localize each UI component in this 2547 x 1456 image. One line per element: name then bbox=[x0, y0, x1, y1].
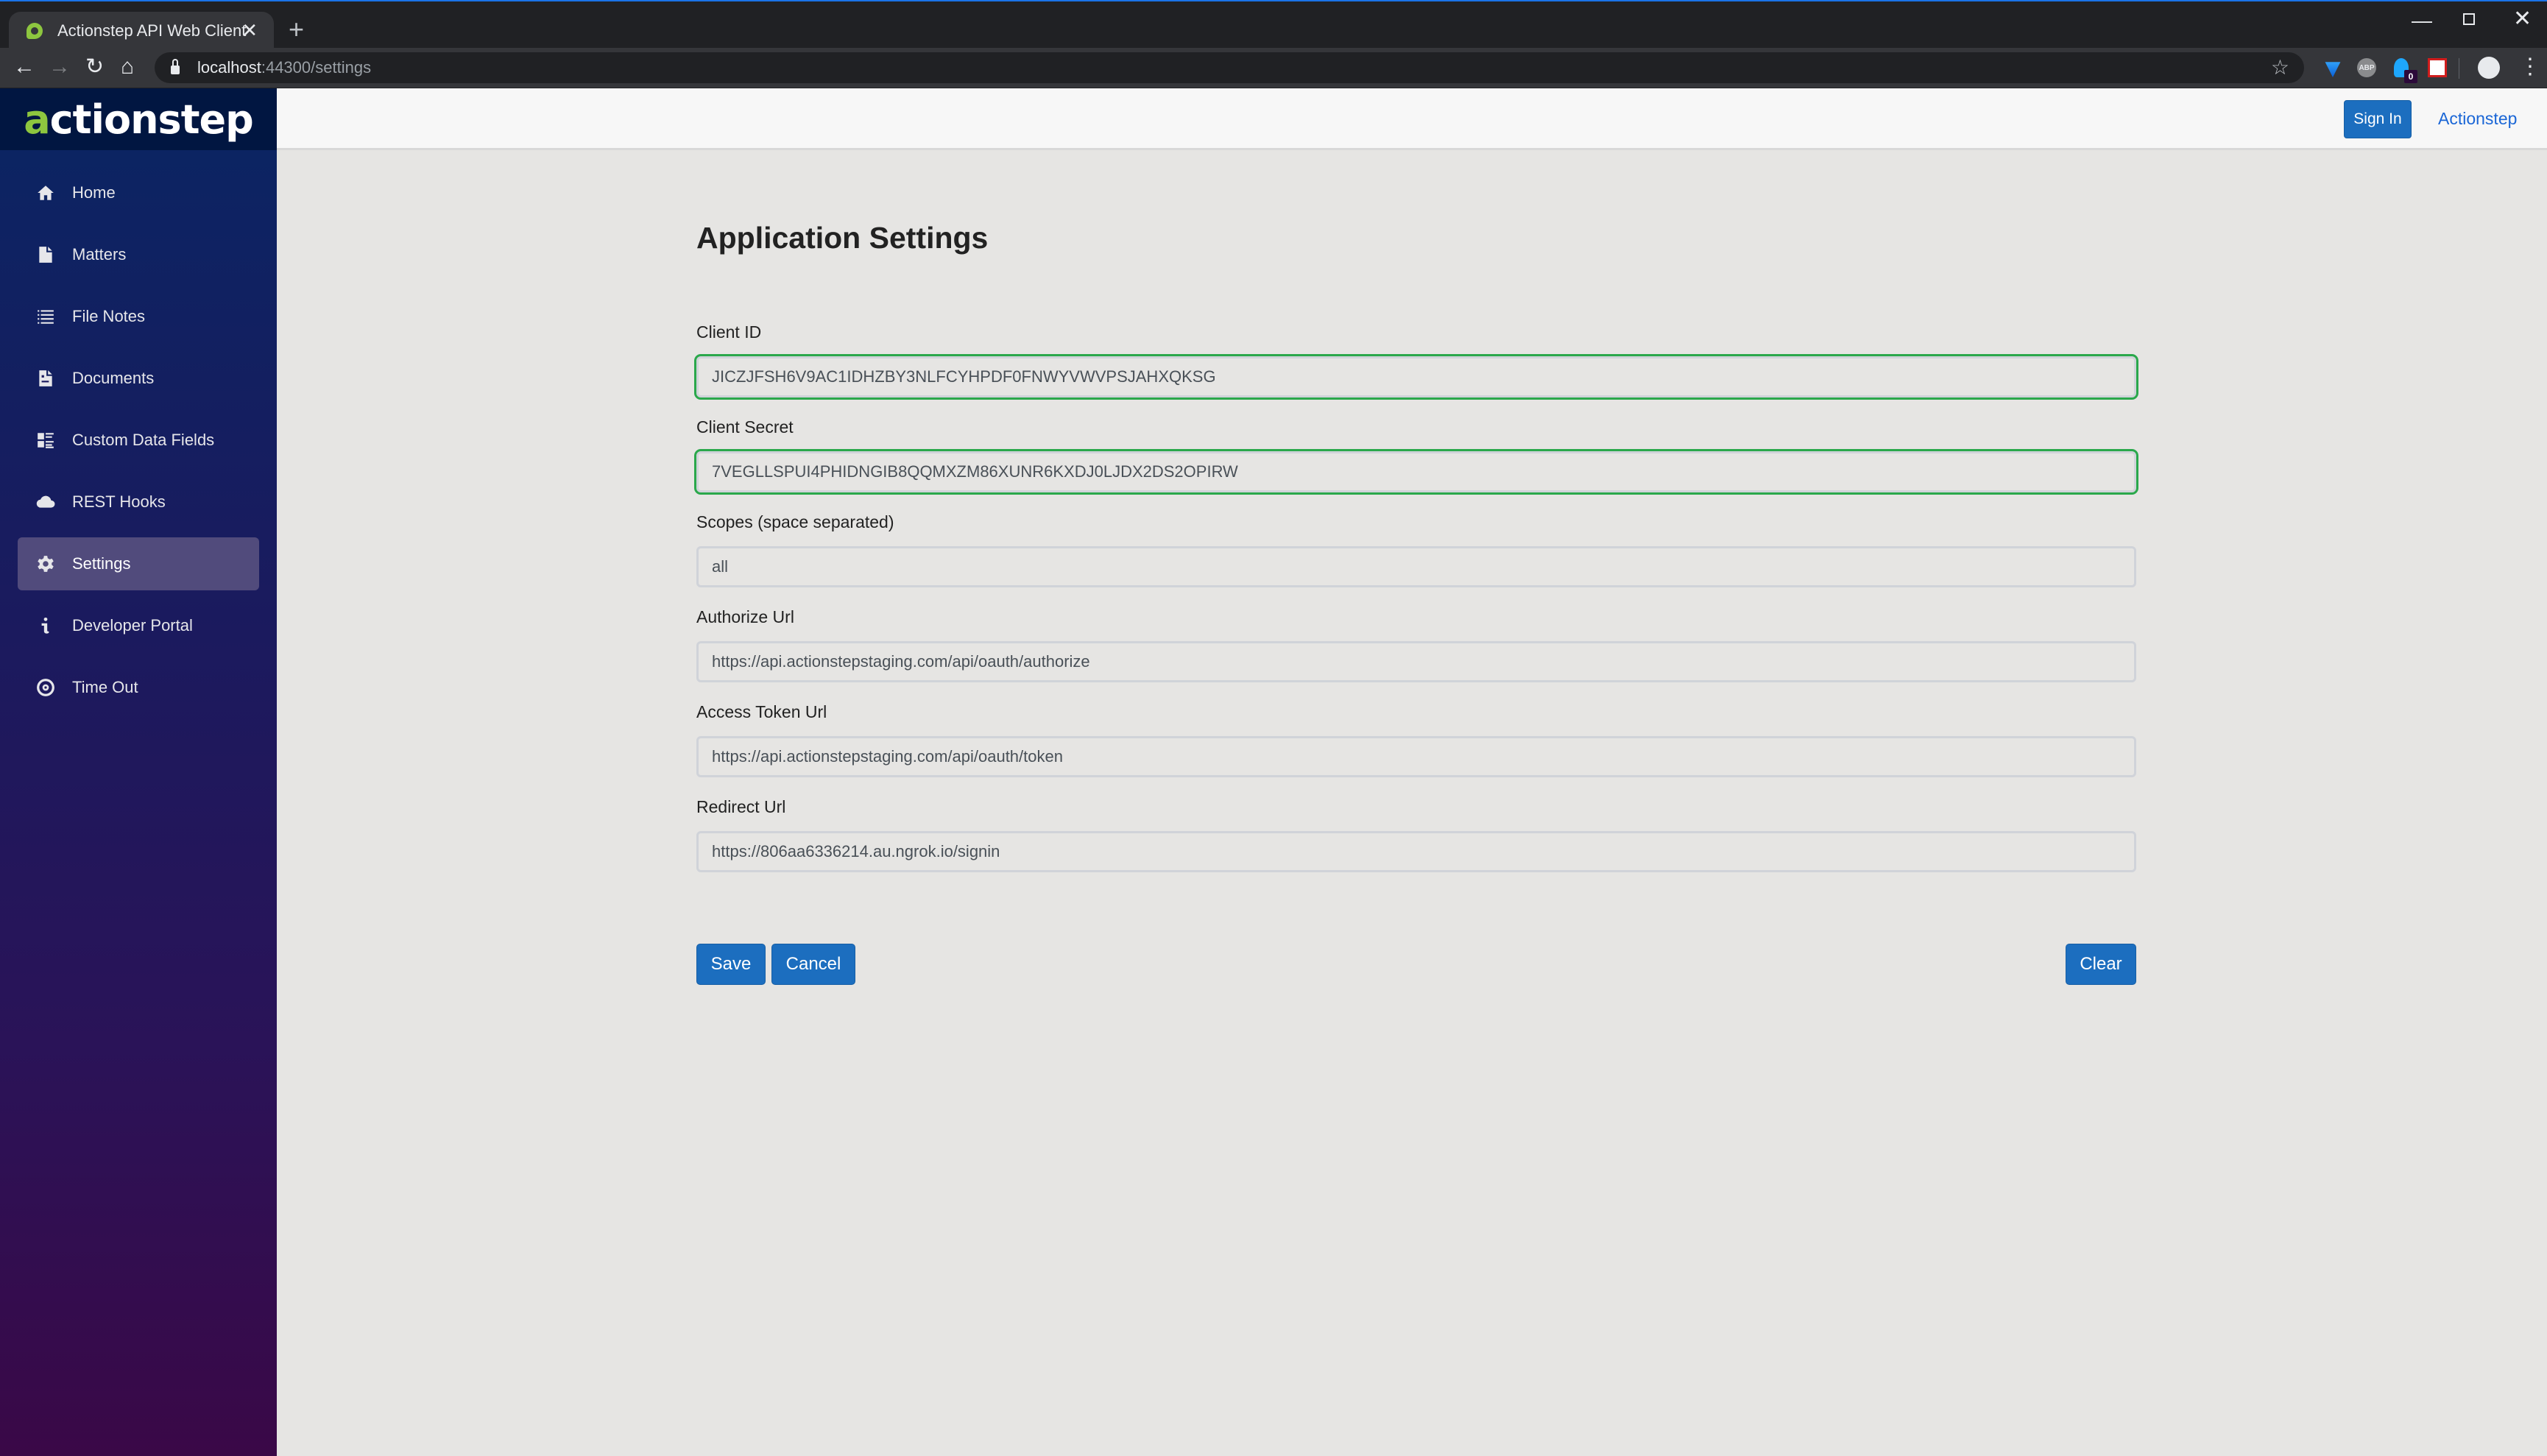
new-tab-icon[interactable]: + bbox=[289, 16, 304, 43]
sidebar-item-label: Home bbox=[72, 183, 116, 202]
lock-icon bbox=[171, 59, 180, 74]
clear-button[interactable]: Clear bbox=[2066, 944, 2136, 985]
sidebar-item-home[interactable]: Home bbox=[18, 166, 259, 219]
window-maximize-icon[interactable] bbox=[2463, 13, 2475, 25]
sign-in-button[interactable]: Sign In bbox=[2344, 100, 2412, 138]
authorize-url-group: Authorize Url bbox=[696, 607, 2136, 682]
gear-icon bbox=[35, 554, 56, 574]
redirect-url-label: Redirect Url bbox=[696, 797, 786, 816]
bookmark-star-icon[interactable]: ☆ bbox=[2271, 55, 2289, 79]
actionstep-favicon-icon bbox=[27, 23, 43, 39]
scopes-input[interactable] bbox=[696, 546, 2136, 587]
reload-icon[interactable]: ↻ bbox=[85, 54, 104, 80]
url-host: localhost bbox=[197, 58, 261, 77]
list-icon bbox=[35, 306, 56, 327]
sidebar-item-custom-data-fields[interactable]: Custom Data Fields bbox=[18, 414, 259, 467]
info-icon bbox=[35, 615, 56, 636]
cancel-button[interactable]: Cancel bbox=[771, 944, 855, 985]
sidebar-item-label: Matters bbox=[72, 245, 127, 264]
file-icon bbox=[35, 244, 56, 265]
back-arrow-icon[interactable]: ← bbox=[13, 54, 35, 80]
client-id-input[interactable] bbox=[694, 354, 2138, 400]
logo[interactable]: actionstep bbox=[0, 88, 277, 150]
sidebar-item-documents[interactable]: Documents bbox=[18, 352, 259, 405]
client-secret-label: Client Secret bbox=[696, 417, 794, 437]
access-token-url-group: Access Token Url bbox=[696, 702, 2136, 777]
sidebar-item-label: File Notes bbox=[72, 307, 146, 325]
cloud-icon bbox=[35, 492, 56, 512]
redirect-url-input[interactable] bbox=[696, 831, 2136, 872]
save-button[interactable]: Save bbox=[696, 944, 766, 985]
sidebar-item-file-notes[interactable]: File Notes bbox=[18, 290, 259, 343]
window-minimize-icon[interactable]: — bbox=[2412, 9, 2432, 32]
tab-title: Actionstep API Web Client bbox=[57, 21, 247, 40]
actionstep-link[interactable]: Actionstep bbox=[2438, 109, 2517, 129]
sidebar-item-developer-portal[interactable]: Developer Portal bbox=[18, 599, 259, 652]
document-icon bbox=[35, 368, 56, 389]
client-id-label: Client ID bbox=[696, 322, 762, 342]
forward-arrow-icon[interactable]: → bbox=[49, 54, 71, 80]
sidebar-nav: Home Matters File Notes Documents Custom… bbox=[0, 150, 277, 714]
window-close-icon[interactable]: ✕ bbox=[2513, 6, 2532, 32]
fields-icon bbox=[35, 430, 56, 450]
authorize-url-label: Authorize Url bbox=[696, 607, 794, 626]
address-bar[interactable]: localhost:44300/settings ☆ bbox=[155, 52, 2304, 83]
url-path: :44300/settings bbox=[261, 58, 372, 77]
redirect-url-group: Redirect Url bbox=[696, 797, 2136, 872]
sidebar-item-matters[interactable]: Matters bbox=[18, 228, 259, 281]
sidebar-item-label: Developer Portal bbox=[72, 616, 193, 635]
sidebar-item-label: Documents bbox=[72, 369, 155, 387]
profile-avatar-icon[interactable] bbox=[2478, 57, 2500, 79]
ghostery-badge: 0 bbox=[2404, 70, 2417, 83]
browser-tab[interactable]: Actionstep API Web Client ✕ bbox=[9, 12, 274, 50]
sidebar-item-settings[interactable]: Settings bbox=[18, 537, 259, 590]
browser-home-icon[interactable]: ⌂ bbox=[121, 54, 134, 80]
authorize-url-input[interactable] bbox=[696, 641, 2136, 682]
sidebar-item-time-out[interactable]: Time Out bbox=[18, 661, 259, 714]
scopes-label: Scopes (space separated) bbox=[696, 512, 894, 531]
browser-tab-strip: Actionstep API Web Client ✕ + — ✕ bbox=[0, 0, 2547, 50]
home-icon bbox=[35, 183, 56, 203]
top-header bbox=[277, 88, 2547, 150]
logo-accent: a bbox=[24, 96, 50, 143]
client-secret-group: Client Secret bbox=[694, 417, 2138, 495]
page-title: Application Settings bbox=[696, 221, 989, 255]
adblock-plus-icon[interactable]: ABP bbox=[2357, 58, 2376, 77]
target-icon bbox=[35, 677, 56, 698]
app-root: actionstep Home Matters File Notes Docum… bbox=[0, 88, 2547, 1456]
sidebar-item-label: Custom Data Fields bbox=[72, 431, 215, 449]
sidebar-item-label: REST Hooks bbox=[72, 492, 166, 511]
ghostbuster-extension-icon[interactable] bbox=[2428, 58, 2447, 77]
browser-menu-icon[interactable]: ⋮ bbox=[2519, 54, 2541, 80]
tab-close-icon[interactable]: ✕ bbox=[241, 21, 258, 40]
scopes-group: Scopes (space separated) bbox=[696, 512, 2136, 587]
sidebar: actionstep Home Matters File Notes Docum… bbox=[0, 88, 277, 1456]
access-token-url-input[interactable] bbox=[696, 736, 2136, 777]
logo-text: ctionstep bbox=[49, 96, 254, 143]
client-secret-input[interactable] bbox=[694, 449, 2138, 495]
gem-extension-icon[interactable] bbox=[2325, 62, 2341, 77]
sidebar-item-rest-hooks[interactable]: REST Hooks bbox=[18, 476, 259, 529]
sidebar-item-label: Time Out bbox=[72, 678, 138, 696]
sidebar-item-label: Settings bbox=[72, 554, 131, 573]
access-token-url-label: Access Token Url bbox=[696, 702, 827, 721]
client-id-group: Client ID bbox=[694, 322, 2138, 400]
browser-toolbar: ← → ↻ ⌂ localhost:44300/settings ☆ ABP 0… bbox=[0, 48, 2547, 88]
